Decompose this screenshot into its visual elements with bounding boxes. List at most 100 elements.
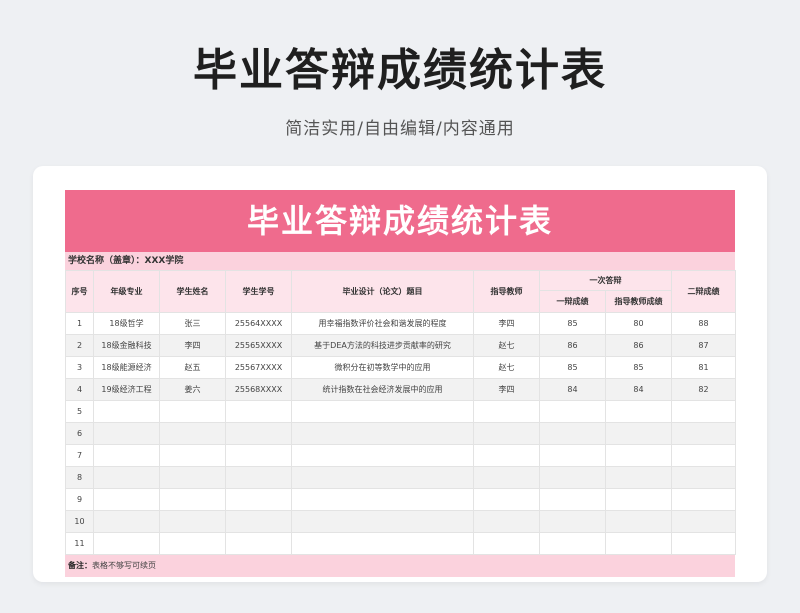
- cell-advisor-score[interactable]: 86: [605, 334, 672, 357]
- cell-second-score[interactable]: 88: [671, 312, 736, 335]
- cell-seq[interactable]: 9: [65, 488, 94, 511]
- cell-advisor-score[interactable]: [605, 444, 672, 467]
- cell-seq[interactable]: 8: [65, 466, 94, 489]
- cell-first-score[interactable]: [539, 488, 606, 511]
- cell-second-score[interactable]: [671, 422, 736, 445]
- header-id[interactable]: 学生学号: [225, 270, 292, 313]
- cell-second-score[interactable]: [671, 466, 736, 489]
- cell-seq[interactable]: 6: [65, 422, 94, 445]
- cell-seq[interactable]: 10: [65, 510, 94, 533]
- school-name-cell[interactable]: 学校名称（盖章）：XXX学院: [65, 252, 735, 270]
- cell-advisor[interactable]: [473, 422, 540, 445]
- cell-first-score[interactable]: 85: [539, 356, 606, 379]
- cell-major[interactable]: [93, 488, 160, 511]
- cell-major[interactable]: 18级哲学: [93, 312, 160, 335]
- cell-advisor[interactable]: [473, 510, 540, 533]
- cell-topic[interactable]: [291, 466, 474, 489]
- cell-seq[interactable]: 7: [65, 444, 94, 467]
- cell-major[interactable]: [93, 444, 160, 467]
- cell-topic[interactable]: [291, 532, 474, 555]
- header-name[interactable]: 学生姓名: [159, 270, 226, 313]
- cell-major[interactable]: [93, 466, 160, 489]
- cell-advisor-score[interactable]: [605, 422, 672, 445]
- cell-major[interactable]: 18级金融科技: [93, 334, 160, 357]
- cell-major[interactable]: 18级能源经济: [93, 356, 160, 379]
- header-advisor-score[interactable]: 指导教师成绩: [605, 290, 672, 313]
- cell-first-score[interactable]: 84: [539, 378, 606, 401]
- cell-first-score[interactable]: [539, 444, 606, 467]
- cell-name[interactable]: [159, 400, 226, 423]
- cell-advisor[interactable]: 李四: [473, 312, 540, 335]
- cell-topic[interactable]: 统计指数在社会经济发展中的应用: [291, 378, 474, 401]
- cell-name[interactable]: 姜六: [159, 378, 226, 401]
- cell-name[interactable]: [159, 466, 226, 489]
- cell-name[interactable]: [159, 510, 226, 533]
- cell-major[interactable]: [93, 422, 160, 445]
- header-advisor[interactable]: 指导教师: [473, 270, 540, 313]
- header-second-score[interactable]: 二辩成绩: [671, 270, 736, 313]
- cell-seq[interactable]: 11: [65, 532, 94, 555]
- cell-seq[interactable]: 1: [65, 312, 94, 335]
- cell-topic[interactable]: 微积分在初等数学中的应用: [291, 356, 474, 379]
- cell-second-score[interactable]: [671, 400, 736, 423]
- cell-second-score[interactable]: 81: [671, 356, 736, 379]
- cell-second-score[interactable]: [671, 444, 736, 467]
- cell-topic[interactable]: [291, 488, 474, 511]
- cell-advisor[interactable]: 赵七: [473, 356, 540, 379]
- cell-id[interactable]: [225, 422, 292, 445]
- cell-second-score[interactable]: [671, 488, 736, 511]
- cell-seq[interactable]: 3: [65, 356, 94, 379]
- header-seq[interactable]: 序号: [65, 270, 94, 313]
- cell-id[interactable]: [225, 510, 292, 533]
- cell-first-score[interactable]: [539, 422, 606, 445]
- cell-advisor-score[interactable]: [605, 488, 672, 511]
- cell-advisor-score[interactable]: [605, 466, 672, 489]
- cell-advisor[interactable]: [473, 444, 540, 467]
- cell-topic[interactable]: [291, 422, 474, 445]
- cell-second-score[interactable]: [671, 532, 736, 555]
- cell-id[interactable]: 25567XXXX: [225, 356, 292, 379]
- cell-advisor[interactable]: [473, 466, 540, 489]
- cell-advisor-score[interactable]: [605, 400, 672, 423]
- cell-id[interactable]: [225, 466, 292, 489]
- cell-second-score[interactable]: [671, 510, 736, 533]
- cell-id[interactable]: 25565XXXX: [225, 334, 292, 357]
- cell-name[interactable]: [159, 422, 226, 445]
- cell-first-score[interactable]: 86: [539, 334, 606, 357]
- cell-major[interactable]: [93, 400, 160, 423]
- cell-major[interactable]: [93, 510, 160, 533]
- cell-name[interactable]: [159, 488, 226, 511]
- cell-first-score[interactable]: [539, 532, 606, 555]
- header-first-defense[interactable]: 一次答辩: [539, 270, 672, 291]
- cell-major[interactable]: 19级经济工程: [93, 378, 160, 401]
- cell-first-score[interactable]: [539, 510, 606, 533]
- header-major[interactable]: 年级专业: [93, 270, 160, 313]
- cell-id[interactable]: [225, 488, 292, 511]
- cell-name[interactable]: [159, 444, 226, 467]
- cell-advisor[interactable]: [473, 400, 540, 423]
- cell-id[interactable]: [225, 400, 292, 423]
- header-topic[interactable]: 毕业设计（论文）题目: [291, 270, 474, 313]
- header-first-score[interactable]: 一辩成绩: [539, 290, 606, 313]
- cell-advisor-score[interactable]: 84: [605, 378, 672, 401]
- cell-name[interactable]: 李四: [159, 334, 226, 357]
- cell-advisor[interactable]: [473, 532, 540, 555]
- cell-topic[interactable]: [291, 400, 474, 423]
- cell-name[interactable]: 赵五: [159, 356, 226, 379]
- cell-name[interactable]: [159, 532, 226, 555]
- cell-topic[interactable]: 用幸福指数评价社会和谐发展的程度: [291, 312, 474, 335]
- cell-major[interactable]: [93, 532, 160, 555]
- cell-first-score[interactable]: [539, 466, 606, 489]
- cell-topic[interactable]: [291, 444, 474, 467]
- cell-id[interactable]: 25564XXXX: [225, 312, 292, 335]
- cell-id[interactable]: [225, 444, 292, 467]
- cell-seq[interactable]: 2: [65, 334, 94, 357]
- cell-advisor-score[interactable]: 80: [605, 312, 672, 335]
- note-row[interactable]: 备注：表格不够写可续页: [65, 555, 735, 577]
- cell-seq[interactable]: 4: [65, 378, 94, 401]
- cell-name[interactable]: 张三: [159, 312, 226, 335]
- cell-seq[interactable]: 5: [65, 400, 94, 423]
- cell-topic[interactable]: 基于DEA方法的科技进步贡献率的研究: [291, 334, 474, 357]
- cell-first-score[interactable]: [539, 400, 606, 423]
- cell-second-score[interactable]: 87: [671, 334, 736, 357]
